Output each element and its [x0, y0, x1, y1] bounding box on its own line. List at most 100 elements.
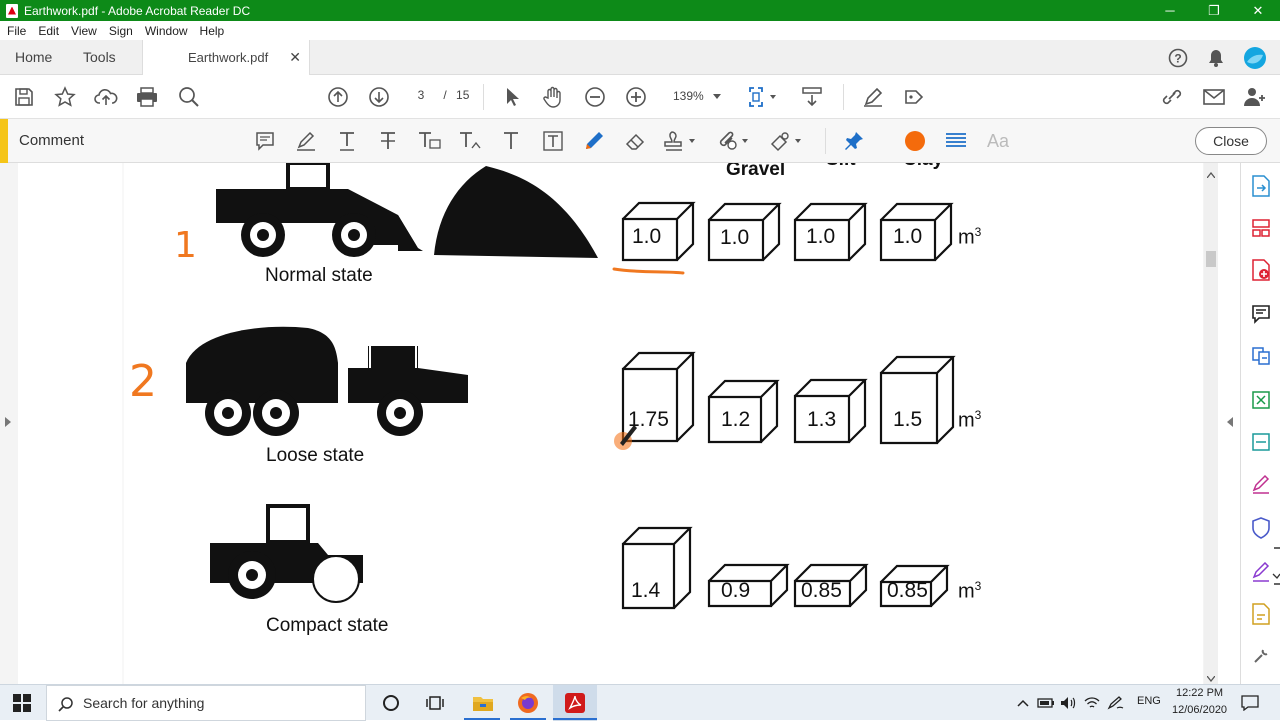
zoom-level[interactable]: 139% [673, 89, 704, 103]
insert-text-icon[interactable] [458, 129, 484, 153]
export-pdf-icon[interactable] [1250, 175, 1272, 197]
bookmark-star-icon[interactable] [53, 85, 77, 109]
scroll-down-icon[interactable] [1206, 671, 1216, 685]
add-person-icon[interactable] [1243, 85, 1267, 109]
line-width-icon[interactable] [944, 129, 968, 153]
strikethrough-text-icon[interactable] [376, 129, 400, 153]
scan-ocr-icon[interactable] [1250, 431, 1272, 453]
minimize-button[interactable]: ─ [1148, 0, 1192, 21]
pin-icon[interactable] [842, 129, 866, 153]
notification-center-icon[interactable] [1240, 694, 1260, 712]
fill-sign-icon[interactable] [861, 85, 885, 109]
tab-tools[interactable]: Tools [83, 40, 116, 75]
comment-toolbar: Comment Aa [0, 119, 1280, 163]
volume-icon[interactable] [1059, 695, 1077, 711]
share-link-icon[interactable] [1160, 85, 1184, 109]
task-view-icon[interactable] [425, 693, 445, 713]
stamp-icon[interactable] [664, 129, 698, 153]
windows-start-icon[interactable] [11, 693, 33, 713]
text-box-icon[interactable] [541, 129, 565, 153]
right-panel-collapse-icon[interactable] [1224, 414, 1236, 430]
menu-window[interactable]: Window [145, 24, 188, 38]
page-separator: / [443, 88, 447, 102]
menu-view[interactable]: View [71, 24, 97, 38]
next-page-icon[interactable] [367, 85, 391, 109]
share-tag-icon[interactable] [902, 85, 926, 109]
zoom-out-icon[interactable] [583, 85, 607, 109]
menu-bar: File Edit View Sign Window Help [0, 21, 1280, 40]
scroll-mode-icon[interactable] [800, 85, 824, 109]
comment-tool-icon[interactable] [1250, 303, 1272, 325]
account-avatar[interactable] [1243, 46, 1267, 70]
replace-text-icon[interactable] [417, 129, 443, 153]
email-icon[interactable] [1202, 85, 1226, 109]
organize-pages-icon[interactable] [1250, 217, 1272, 239]
unit-normal: m3 [958, 225, 982, 249]
menu-file[interactable]: File [7, 24, 26, 38]
firefox-icon[interactable] [516, 691, 540, 715]
more-tools-icon[interactable] [1250, 645, 1272, 667]
menu-help[interactable]: Help [200, 24, 225, 38]
clock-date[interactable]: 12/06/2020 [1172, 704, 1227, 716]
dump-truck-icon [186, 326, 468, 436]
tab-document[interactable]: Earthwork.pdf ✕ [142, 40, 310, 76]
close-window-button[interactable]: ✕ [1236, 0, 1280, 21]
page-number-input[interactable]: 3 [408, 88, 434, 102]
add-text-icon[interactable] [499, 129, 523, 153]
close-comment-button[interactable]: Close [1195, 127, 1267, 155]
vertical-scrollbar[interactable] [1204, 163, 1218, 684]
zoom-dropdown-chevron-icon[interactable] [710, 89, 724, 103]
combine-files-icon[interactable] [1250, 345, 1272, 367]
soil-pile-shape [434, 166, 598, 258]
zoom-in-icon[interactable] [624, 85, 648, 109]
color-picker-icon[interactable] [903, 129, 927, 153]
print-icon[interactable] [135, 85, 159, 109]
value-loose-4: 1.5 [893, 408, 923, 431]
acrobat-taskbar-icon[interactable] [563, 691, 587, 715]
pen-workspace-icon[interactable] [1106, 695, 1126, 711]
send-for-signature-icon[interactable] [1250, 561, 1272, 583]
search-zoom-icon[interactable] [177, 85, 201, 109]
select-cursor-icon[interactable] [500, 85, 524, 109]
send-track-icon[interactable] [1250, 603, 1272, 625]
text-properties-icon[interactable]: Aa [985, 130, 1011, 152]
save-icon[interactable] [12, 85, 36, 109]
protect-shield-icon[interactable] [1250, 517, 1272, 539]
tab-home[interactable]: Home [15, 40, 52, 75]
scroll-up-icon[interactable] [1206, 167, 1216, 181]
underline-text-icon[interactable] [335, 129, 359, 153]
maximize-button[interactable]: ❐ [1192, 0, 1236, 21]
cortana-icon[interactable] [381, 693, 401, 713]
eraser-icon[interactable] [623, 129, 647, 153]
language-indicator[interactable]: ENG [1137, 695, 1161, 707]
highlight-text-icon[interactable] [294, 129, 318, 153]
left-panel-toggle-icon[interactable] [2, 414, 14, 430]
column-header-clay: Clay [903, 163, 943, 171]
page-fit-icon[interactable] [748, 85, 778, 109]
notifications-bell-icon[interactable] [1204, 46, 1228, 70]
fill-and-sign-icon[interactable] [1250, 473, 1272, 495]
battery-icon[interactable] [1037, 695, 1055, 711]
document-viewport[interactable]: Gravel Silt Clay Normal state Loose stat… [0, 163, 1218, 684]
create-pdf-icon[interactable] [1250, 259, 1272, 281]
menu-edit[interactable]: Edit [38, 24, 59, 38]
hand-tool-icon[interactable] [541, 85, 565, 109]
upload-cloud-icon[interactable] [94, 85, 118, 109]
help-icon[interactable]: ? [1166, 46, 1190, 70]
tray-chevron-up-icon[interactable] [1015, 695, 1031, 711]
close-tab-button[interactable]: ✕ [289, 40, 301, 75]
draw-pencil-icon[interactable] [582, 129, 606, 153]
previous-page-icon[interactable] [326, 85, 350, 109]
shapes-icon[interactable] [770, 129, 804, 153]
attach-file-icon[interactable] [717, 129, 751, 153]
taskbar-search-box[interactable]: Search for anything [46, 685, 366, 721]
window-title: Earthwork.pdf - Adobe Acrobat Reader DC [24, 3, 251, 18]
clock-time[interactable]: 12:22 PM [1176, 687, 1223, 699]
sticky-note-icon[interactable] [253, 129, 277, 153]
menu-sign[interactable]: Sign [109, 24, 133, 38]
column-header-silt: Silt [826, 163, 856, 171]
export-excel-icon[interactable] [1250, 389, 1272, 411]
file-explorer-icon[interactable] [471, 691, 495, 715]
wifi-icon[interactable] [1083, 695, 1101, 711]
scroll-thumb[interactable] [1206, 251, 1216, 267]
